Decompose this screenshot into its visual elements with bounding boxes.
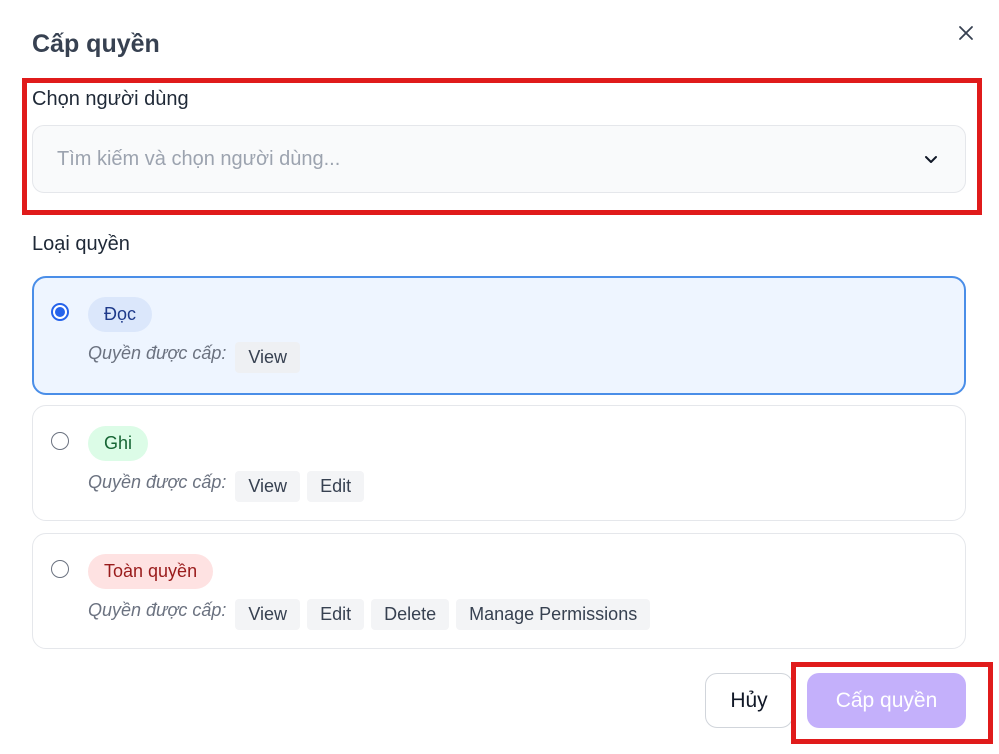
radio-read[interactable] — [51, 303, 69, 321]
permission-chip: View — [235, 598, 301, 630]
cancel-button[interactable]: Hủy — [705, 673, 793, 728]
close-button[interactable] — [953, 20, 979, 46]
radio-full[interactable] — [51, 560, 69, 578]
granted-label: Quyền được cấp: — [88, 599, 227, 620]
permission-option-read[interactable]: Đọc Quyền được cấp: View — [32, 276, 966, 395]
grant-permission-button[interactable]: Cấp quyền — [807, 673, 966, 728]
permission-type-label: Loại quyền — [32, 233, 130, 255]
permission-option-full[interactable]: Toàn quyền Quyền được cấp: View Edit Del… — [32, 533, 966, 649]
badge-full: Toàn quyền — [88, 554, 214, 589]
permission-chip: View — [235, 341, 301, 373]
badge-read: Đọc — [88, 297, 153, 332]
permission-chip: View — [235, 470, 301, 502]
user-select-dropdown[interactable]: Tìm kiếm và chọn người dùng... — [32, 125, 966, 193]
granted-permissions-write: Quyền được cấp: View Edit — [88, 470, 365, 502]
granted-label: Quyền được cấp: — [88, 471, 227, 492]
permission-chip: Edit — [307, 470, 365, 502]
chevron-down-icon — [921, 149, 941, 169]
granted-permissions-full: Quyền được cấp: View Edit Delete Manage … — [88, 598, 651, 630]
badge-write: Ghi — [88, 426, 149, 461]
permission-option-write[interactable]: Ghi Quyền được cấp: View Edit — [32, 405, 966, 521]
dialog-title: Cấp quyền — [32, 30, 160, 58]
granted-permissions-read: Quyền được cấp: View — [88, 341, 301, 373]
user-select-placeholder: Tìm kiếm và chọn người dùng... — [57, 147, 341, 170]
granted-label: Quyền được cấp: — [88, 342, 227, 363]
grant-permission-dialog: Cấp quyền Chọn người dùng Tìm kiếm và ch… — [0, 0, 999, 754]
permission-chip: Manage Permissions — [456, 598, 651, 630]
radio-write[interactable] — [51, 432, 69, 450]
user-field-label: Chọn người dùng — [32, 88, 189, 110]
permission-chip: Edit — [307, 598, 365, 630]
permission-chip: Delete — [371, 598, 450, 630]
close-icon — [959, 26, 973, 40]
